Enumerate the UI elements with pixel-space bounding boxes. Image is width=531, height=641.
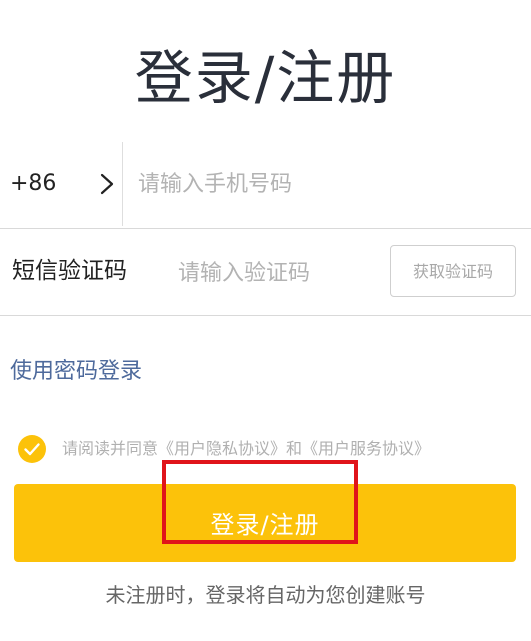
phone-input[interactable] [138, 164, 508, 204]
check-circle-icon[interactable] [18, 435, 46, 463]
phone-row: +86 [0, 140, 531, 229]
sms-row: 短信验证码 获取验证码 [0, 229, 531, 316]
footnote: 未注册时，登录将自动为您创建账号 [105, 583, 426, 607]
page-title: 登录/注册 [134, 44, 397, 112]
agreement-row: 请阅读并同意《用户隐私协议》和《用户服务协议》 [18, 433, 518, 465]
password-login-link[interactable]: 使用密码登录 [10, 356, 142, 388]
get-code-button[interactable]: 获取验证码 [390, 245, 516, 297]
login-register-button[interactable]: 登录/注册 [14, 484, 516, 562]
agreement-text: 请阅读并同意《用户隐私协议》和《用户服务协议》 [62, 439, 431, 458]
phone-row-divider [122, 142, 123, 226]
country-code[interactable]: +86 [10, 168, 56, 200]
sms-code-label: 短信验证码 [12, 258, 127, 284]
chevron-right-icon[interactable] [96, 172, 118, 196]
sms-code-input[interactable] [178, 253, 378, 293]
